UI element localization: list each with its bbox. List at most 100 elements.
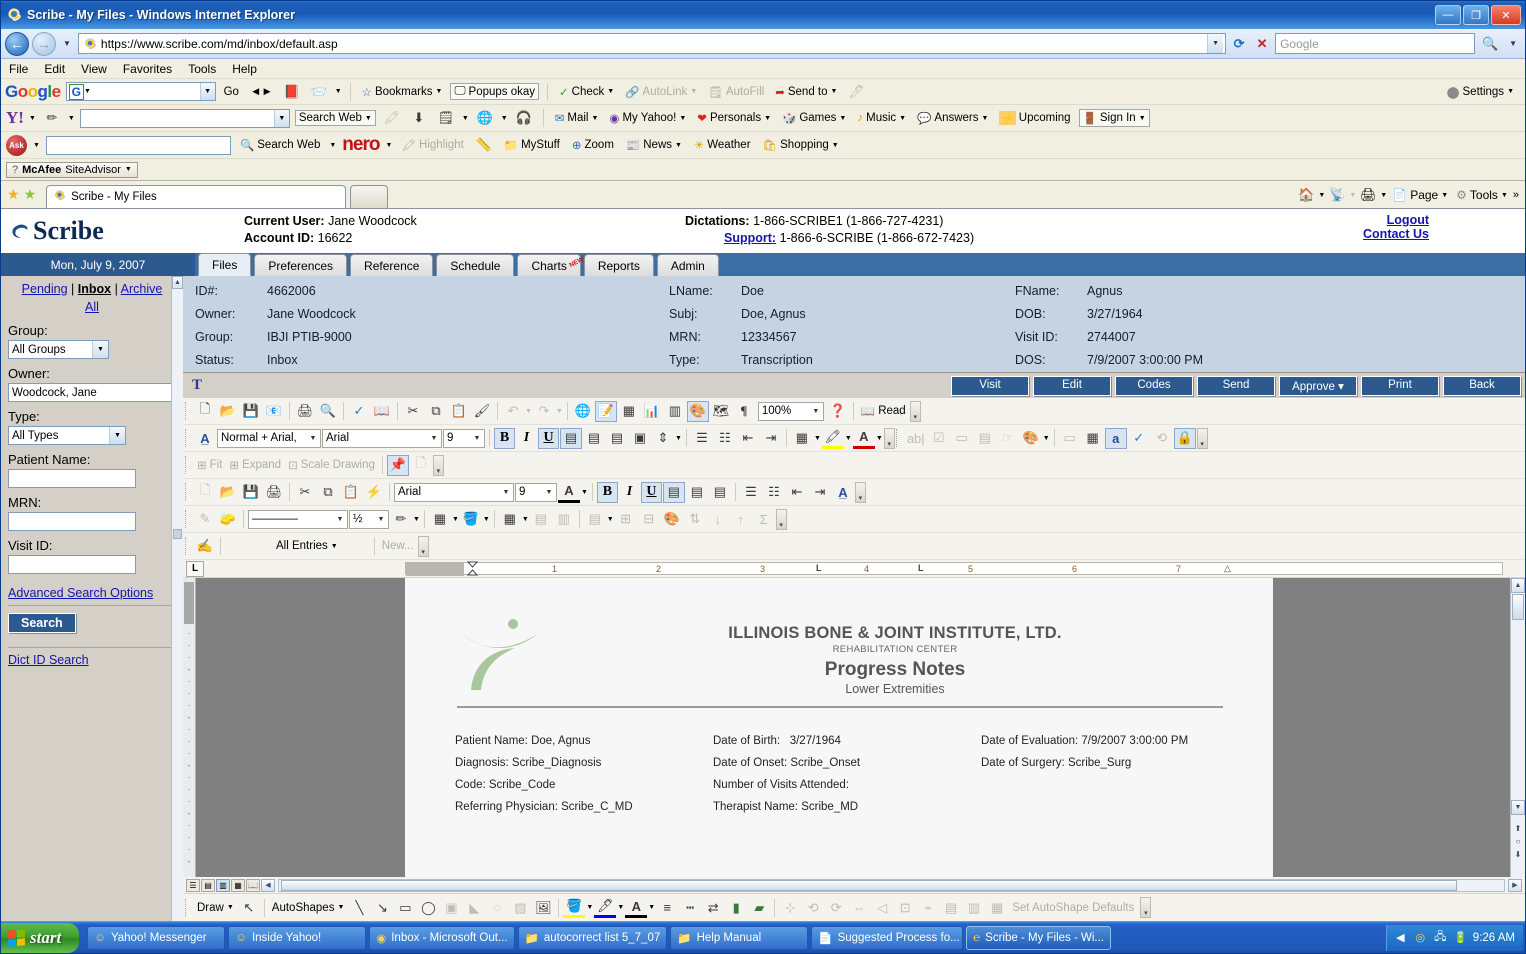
google-search-history-chevron-down-icon[interactable]: ▼ xyxy=(199,83,215,100)
secondary-align-right-icon[interactable]: ▤ xyxy=(709,482,731,503)
antivirus-icon[interactable]: ◎ xyxy=(1413,930,1428,945)
underline-button[interactable]: U xyxy=(538,427,559,449)
google-g-chevron-down-icon[interactable]: ▼ xyxy=(84,88,91,95)
notes-chevron-down-icon[interactable]: ▼ xyxy=(462,115,469,122)
search-submit-icon[interactable]: 🔍 xyxy=(1478,33,1502,54)
line-style-icon[interactable]: ≡ xyxy=(656,897,678,918)
yahoo-upcoming-button[interactable]: ⚡ Upcoming xyxy=(996,110,1073,126)
nav-all-link[interactable]: All xyxy=(85,300,99,314)
print-chevron-down-icon[interactable]: ▼ xyxy=(1380,192,1387,199)
print-preview-icon[interactable]: 🔍 xyxy=(317,401,339,422)
codes-button[interactable]: Codes xyxy=(1115,375,1193,396)
secondary-align-left-icon[interactable]: ▤ xyxy=(662,481,685,503)
rotate-left-icon[interactable]: ⟲ xyxy=(802,897,824,918)
new-entry-button[interactable]: New... xyxy=(379,539,417,553)
diagram-icon[interactable]: ◌ xyxy=(486,897,508,918)
yahoo-notes-icon[interactable]: 🗒 xyxy=(435,108,457,129)
new-tab-button[interactable] xyxy=(350,185,389,208)
style-select[interactable]: Normal + Arial, ▼ xyxy=(217,428,321,448)
ask-zoom-button[interactable]: ⊕ Zoom xyxy=(569,137,617,153)
taskbar-item-inside-yahoo[interactable]: ☺ Inside Yahoo! xyxy=(228,925,367,950)
set-autoshape-defaults-button[interactable]: Set AutoShape Defaults xyxy=(1009,901,1137,915)
horizontal-scroll-track[interactable] xyxy=(278,878,1505,892)
toolbar-overflow-icon[interactable]: ▾ xyxy=(883,427,895,449)
reading-layout-view-icon[interactable]: 📖 xyxy=(246,878,260,892)
close-button[interactable]: ✕ xyxy=(1491,5,1521,25)
ruler-hanging-indent-icon[interactable]: △ xyxy=(1224,563,1231,574)
scroll-left-icon[interactable]: ◀ xyxy=(261,878,275,892)
line-spacing-icon[interactable]: ⇕ xyxy=(652,428,674,449)
borders-icon[interactable]: ▦ xyxy=(791,428,813,449)
yahoo-mail-button[interactable]: ✉ Mail ▼ xyxy=(552,110,602,126)
send-button[interactable]: Send xyxy=(1197,375,1275,396)
maximize-button[interactable]: ❐ xyxy=(1463,5,1489,25)
taskbar-item-outlook-inbox[interactable]: ◉ Inbox - Microsoft Out... xyxy=(369,925,515,950)
support-link[interactable]: Support: xyxy=(724,231,776,245)
new-document-secondary-icon[interactable]: 🗋 xyxy=(194,482,216,503)
secondary-underline-button[interactable]: U xyxy=(640,481,662,503)
field-value[interactable]: Scribe_Surg xyxy=(1068,757,1131,769)
google-autofill-button[interactable]: 🗒 AutoFill xyxy=(705,84,767,100)
google-options-chevron-down-icon[interactable]: ▼ xyxy=(335,88,342,95)
show-hidden-icons-icon[interactable]: ◀ xyxy=(1393,930,1408,945)
browser-tab-scribe[interactable]: Scribe - My Files xyxy=(46,185,347,208)
flip-horizontal-icon[interactable]: ⇔ xyxy=(848,897,870,918)
yahoo-antispy-icon[interactable]: 🎧 xyxy=(513,108,535,129)
tab-preferences[interactable]: Preferences xyxy=(254,254,348,276)
distribute-rows-icon[interactable]: ⊞ xyxy=(615,509,637,530)
toolbar-overflow-icon[interactable]: ▾ xyxy=(909,400,921,422)
drop-down-field-icon[interactable]: ▤ xyxy=(974,428,996,449)
visit-button[interactable]: Visit xyxy=(951,375,1029,396)
zoom-select[interactable]: 100% ▼ xyxy=(757,401,824,421)
secondary-font-color-icon[interactable]: A xyxy=(558,482,580,503)
pushpin-icon[interactable]: 📌 xyxy=(386,454,409,476)
align-cell-icon[interactable]: ▤ xyxy=(584,509,606,530)
menu-item-favorites[interactable]: Favorites xyxy=(123,62,172,76)
wordart-icon[interactable]: ◣ xyxy=(463,897,485,918)
ask-search-web-button[interactable]: 🔍 Search Web xyxy=(237,137,323,153)
secondary-bold-button[interactable]: B xyxy=(596,481,618,503)
scroll-down-icon[interactable]: ▼ xyxy=(1511,800,1525,815)
type-select[interactable]: All Types ▼ xyxy=(8,426,126,445)
text-box-draw-icon[interactable]: ▣ xyxy=(440,897,462,918)
yahoo-music-button[interactable]: ♪ Music ▼ xyxy=(854,111,909,125)
print-icon[interactable]: 🖨 xyxy=(294,401,316,422)
all-entries-button[interactable]: All Entries ▼ xyxy=(273,539,341,553)
horizontal-scroll-thumb[interactable] xyxy=(281,879,1457,891)
fit-button[interactable]: ⊞ Fit xyxy=(194,457,225,473)
secondary-bulleted-list-icon[interactable]: ☷ xyxy=(763,482,785,503)
insert-picture-icon[interactable]: 🖼 xyxy=(532,897,554,918)
tab-files[interactable]: Files xyxy=(198,253,252,276)
copy-secondary-icon[interactable]: ⧉ xyxy=(317,482,339,503)
select-browse-object-icon[interactable]: ○ xyxy=(1511,835,1525,848)
insert-cells-chevron-down-icon[interactable]: ▼ xyxy=(522,516,529,523)
field-value[interactable]: Scribe_Onset xyxy=(790,757,860,769)
align-justify-icon[interactable]: ▣ xyxy=(629,428,651,449)
draw-menu-button[interactable]: Draw ▼ xyxy=(194,901,237,915)
search-provider-chevron-down-icon[interactable]: ▼ xyxy=(1505,39,1521,48)
insert-excel-icon[interactable]: 📊 xyxy=(641,401,663,422)
save-secondary-icon[interactable]: 💾 xyxy=(240,482,262,503)
order-objects-icon[interactable]: ▦ xyxy=(986,897,1008,918)
autotext-hand-icon[interactable]: ✍ xyxy=(194,536,216,557)
numbered-list-icon[interactable]: ☰ xyxy=(691,428,713,449)
yahoo-search-input[interactable]: ▼ xyxy=(79,108,290,128)
google-settings-button[interactable]: ⬤ Settings ▼ xyxy=(1444,84,1517,100)
tab-reports[interactable]: Reports xyxy=(583,254,654,276)
print-button[interactable]: Print xyxy=(1361,375,1439,396)
back-arrow-icon[interactable]: ← xyxy=(5,31,29,56)
fill-color-icon[interactable]: 🪣 xyxy=(563,897,586,918)
google-highlight-pen-icon[interactable]: 🖊 xyxy=(845,81,867,102)
toolbar-grip[interactable] xyxy=(185,510,190,528)
outside-border-chevron-down-icon[interactable]: ▼ xyxy=(452,516,459,523)
open-folder-icon[interactable]: 📂 xyxy=(217,401,239,422)
logout-link[interactable]: Logout xyxy=(1363,213,1429,227)
scale-drawing-button[interactable]: ⊡ Scale Drawing xyxy=(285,457,378,473)
align-cell-chevron-down-icon[interactable]: ▼ xyxy=(607,516,614,523)
grow-font-icon[interactable]: A̲ xyxy=(832,482,854,503)
page-menu-button[interactable]: 📄 Page ▼ xyxy=(1389,187,1451,203)
field-value[interactable]: Scribe_C_MD xyxy=(561,801,633,813)
google-bookmark-star-icon[interactable]: 📕 xyxy=(281,81,303,102)
yahoo-pencil-icon[interactable]: ✏ xyxy=(41,108,63,129)
home-icon[interactable]: 🏠 xyxy=(1296,185,1316,205)
